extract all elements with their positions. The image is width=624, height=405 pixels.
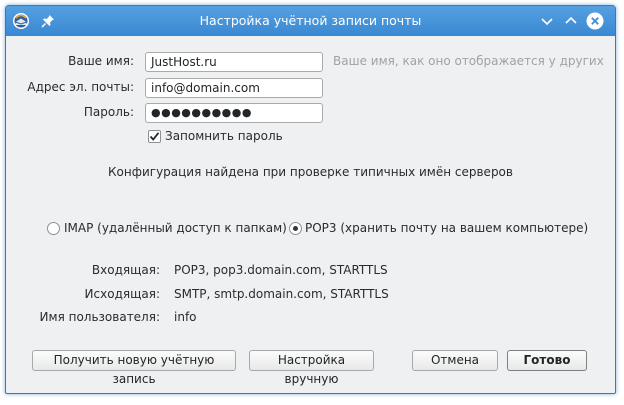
pop3-radio-label[interactable]: POP3 (хранить почту на вашем компьютере)	[305, 221, 588, 235]
done-button[interactable]: Готово	[507, 350, 587, 371]
minimize-button[interactable]	[538, 12, 556, 30]
imap-radio[interactable]	[47, 222, 60, 235]
maximize-button[interactable]	[562, 12, 580, 30]
checkmark-icon	[149, 132, 160, 141]
email-label: Адрес эл. почты:	[27, 80, 134, 94]
email-field[interactable]: info@domain.com	[145, 78, 323, 98]
title-bar[interactable]: Настройка учётной записи почты	[6, 6, 615, 36]
username-label: Имя пользователя:	[39, 310, 160, 324]
outgoing-value: SMTP, smtp.domain.com, STARTTLS	[174, 287, 389, 301]
close-button[interactable]	[586, 12, 604, 30]
username-value: info	[174, 310, 197, 324]
name-field[interactable]: JustHost.ru	[145, 52, 323, 72]
remember-password-label[interactable]: Запомнить пароль	[165, 129, 283, 143]
cancel-button[interactable]: Отмена	[412, 350, 498, 371]
status-message: Конфигурация найдена при проверке типичн…	[108, 165, 513, 179]
chevron-down-icon	[541, 18, 553, 26]
password-label: Пароль:	[83, 105, 134, 119]
incoming-value: POP3, pop3.domain.com, STARTTLS	[174, 263, 388, 277]
remember-password-checkbox[interactable]	[148, 130, 161, 143]
window-title: Настройка учётной записи почты	[199, 13, 422, 28]
imap-radio-label[interactable]: IMAP (удалённый доступ к папкам)	[64, 221, 287, 235]
radio-selected-dot	[293, 226, 298, 231]
dialog-content: Ваше имя: JustHost.ru Ваше имя, как оно …	[6, 36, 615, 393]
incoming-label: Входящая:	[91, 263, 160, 277]
chevron-up-icon	[565, 16, 577, 24]
password-field[interactable]: ●●●●●●●●●●	[145, 103, 323, 123]
get-new-account-button[interactable]: Получить новую учётную запись	[32, 350, 236, 386]
manual-config-button[interactable]: Настройка вручную	[249, 350, 374, 386]
outgoing-label: Исходящая:	[84, 287, 160, 301]
close-icon	[586, 12, 604, 30]
name-label: Ваше имя:	[68, 54, 134, 68]
name-hint: Ваше имя, как оно отображается у других	[333, 54, 604, 68]
account-setup-dialog: Настройка учётной записи почты Ваше имя:…	[5, 5, 616, 394]
pop3-radio[interactable]	[289, 222, 302, 235]
